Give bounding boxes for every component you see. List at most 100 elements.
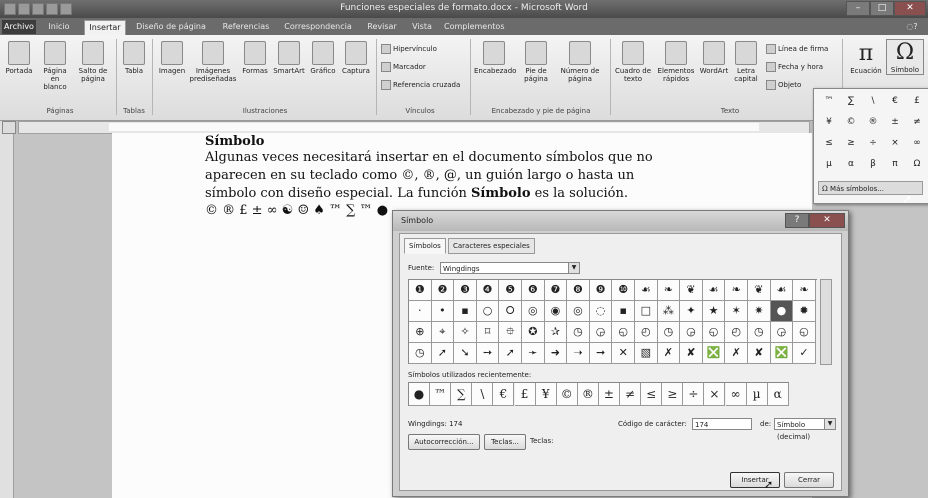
pagina-blanco-button[interactable]: Página en blanco — [38, 41, 72, 91]
autocorreccion-button[interactable]: Autocorrección... — [408, 434, 480, 450]
dropdown-symbol[interactable]: Ω — [906, 156, 928, 172]
symbol-cell[interactable]: ❦ — [680, 280, 703, 301]
dropdown-symbol[interactable]: £ — [906, 93, 928, 109]
symbol-cell[interactable]: ✪ — [522, 322, 545, 343]
symbol-cell[interactable]: ✹ — [793, 301, 816, 322]
symbol-cell[interactable]: ★ — [702, 301, 726, 322]
symbol-cell[interactable]: ✧ — [454, 322, 477, 343]
symbol-cell[interactable]: ❶ — [409, 280, 432, 301]
dropdown-symbol[interactable]: € — [884, 93, 906, 109]
symbol-cell[interactable]: ✘ — [680, 343, 703, 364]
teclas-button[interactable]: Teclas... — [484, 434, 526, 450]
dropdown-symbol[interactable]: ™ — [818, 93, 840, 109]
tab-diseno[interactable]: Diseño de página — [132, 20, 210, 34]
symbol-cell[interactable]: ❧ — [793, 280, 816, 301]
symbol-cell[interactable]: ● — [770, 301, 794, 322]
symbol-cell[interactable]: ➚ — [431, 343, 455, 364]
maximize-button[interactable]: □ — [870, 1, 894, 16]
tab-simbolos[interactable]: Símbolos — [404, 238, 446, 254]
symbol-cell[interactable]: ❹ — [476, 280, 500, 301]
symbol-cell[interactable]: ⊕ — [409, 322, 432, 343]
dropdown-symbol[interactable]: β — [862, 156, 884, 172]
symbol-cell[interactable]: • — [431, 301, 455, 322]
symbol-cell[interactable]: ❾ — [589, 280, 613, 301]
symbol-cell[interactable]: ◴ — [635, 322, 658, 343]
recent-symbol[interactable]: ± — [598, 383, 620, 406]
wordart-button[interactable]: WordArt — [698, 41, 730, 75]
smartart-button[interactable]: SmartArt — [272, 41, 306, 75]
recent-symbol[interactable]: € — [493, 383, 515, 406]
symbol-cell[interactable]: ⁂ — [657, 301, 681, 322]
symbol-cell[interactable]: ➛ — [522, 343, 545, 364]
dropdown-symbol[interactable]: ¥ — [818, 114, 840, 130]
numero-pagina-button[interactable]: Número de página — [556, 41, 604, 83]
symbol-cell[interactable]: ◉ — [544, 301, 568, 322]
dropdown-symbol[interactable]: ± — [884, 114, 906, 130]
salto-pagina-button[interactable]: Salto de página — [76, 41, 110, 83]
symbol-cell[interactable]: ⌑ — [476, 322, 500, 343]
symbol-cell[interactable]: ☙ — [702, 280, 726, 301]
dialog-close-button[interactable]: ✕ — [809, 213, 845, 228]
dropdown-symbol[interactable]: ≠ — [906, 114, 928, 130]
imagenes-predisenadas-button[interactable]: Imágenes prediseñadas — [188, 41, 238, 83]
recent-symbol[interactable]: ® — [577, 383, 599, 406]
symbol-cell[interactable]: ❿ — [612, 280, 635, 301]
symbol-cell[interactable]: ✶ — [725, 301, 748, 322]
recent-symbol[interactable]: × — [704, 383, 726, 406]
de-select[interactable]: Símbolo (decimal) ▼ — [774, 418, 836, 441]
symbol-cell[interactable]: ❎ — [702, 343, 726, 364]
symbol-cell[interactable]: ❻ — [522, 280, 545, 301]
dropdown-symbol[interactable]: ≥ — [840, 135, 862, 151]
symbol-cell[interactable]: ❽ — [567, 280, 590, 301]
dropdown-symbol[interactable]: × — [884, 135, 906, 151]
recent-symbol[interactable]: © — [556, 383, 578, 406]
recent-symbol[interactable]: ● — [409, 383, 431, 406]
symbol-cell[interactable]: ✦ — [680, 301, 703, 322]
tab-insertar[interactable]: Insertar — [84, 20, 126, 35]
symbol-cell[interactable]: ✓ — [793, 343, 816, 364]
ruler-toggle-icon[interactable] — [2, 121, 16, 134]
recent-symbol[interactable]: ∞ — [725, 383, 747, 406]
dialog-help-button[interactable]: ? — [785, 213, 809, 228]
symbol-cell[interactable]: ❼ — [544, 280, 568, 301]
grafico-button[interactable]: Gráfico — [306, 41, 340, 75]
symbol-cell[interactable]: ❧ — [725, 280, 748, 301]
symbol-cell[interactable]: ➘ — [454, 343, 477, 364]
recent-symbol[interactable]: ¥ — [535, 383, 557, 406]
tabla-button[interactable]: Tabla — [121, 41, 147, 75]
symbol-grid-scrollbar[interactable] — [820, 279, 832, 365]
dropdown-symbol[interactable]: ∞ — [906, 135, 928, 151]
dropdown-symbol[interactable]: ∑ — [840, 93, 862, 109]
recent-symbol[interactable]: ∑ — [451, 383, 473, 406]
encabezado-button[interactable]: Encabezado — [474, 41, 516, 75]
symbol-cell[interactable]: ❎ — [770, 343, 794, 364]
cerrar-button[interactable]: Cerrar — [784, 472, 834, 488]
recent-symbol[interactable]: α — [767, 383, 789, 406]
letra-capital-button[interactable]: Letra capital — [730, 41, 762, 83]
symbol-cell[interactable]: ☙ — [770, 280, 794, 301]
dropdown-symbol[interactable]: \ — [862, 93, 884, 109]
dropdown-symbol[interactable]: ≤ — [818, 135, 840, 151]
symbol-cell[interactable]: · — [409, 301, 432, 322]
symbol-cell[interactable]: ❧ — [657, 280, 681, 301]
hipervinculo-button[interactable]: Hipervínculo — [381, 44, 437, 54]
symbol-cell[interactable]: ⯐ — [499, 322, 522, 343]
dropdown-symbol[interactable]: ® — [862, 114, 884, 130]
symbol-cell[interactable]: ✕ — [612, 343, 635, 364]
cuadro-texto-button[interactable]: Cuadro de texto — [614, 41, 652, 83]
symbol-cell[interactable]: ◷ — [567, 322, 590, 343]
tab-referencias[interactable]: Referencias — [218, 20, 274, 34]
codigo-input[interactable]: 174 — [692, 418, 752, 430]
symbol-cell[interactable]: ◵ — [612, 322, 635, 343]
symbol-cell[interactable]: ○ — [476, 301, 500, 322]
formas-button[interactable]: Formas — [240, 41, 270, 75]
symbol-cell[interactable]: ➜ — [544, 343, 568, 364]
referencia-cruzada-button[interactable]: Referencia cruzada — [381, 80, 460, 90]
minimize-button[interactable]: – — [846, 1, 870, 16]
symbol-cell[interactable]: □ — [635, 301, 658, 322]
symbol-cell[interactable]: ❺ — [499, 280, 522, 301]
close-button[interactable]: ✕ — [894, 1, 926, 16]
tab-revisar[interactable]: Revisar — [362, 20, 402, 34]
symbol-cell[interactable]: ❷ — [431, 280, 455, 301]
tab-correspondencia[interactable]: Correspondencia — [282, 20, 354, 34]
